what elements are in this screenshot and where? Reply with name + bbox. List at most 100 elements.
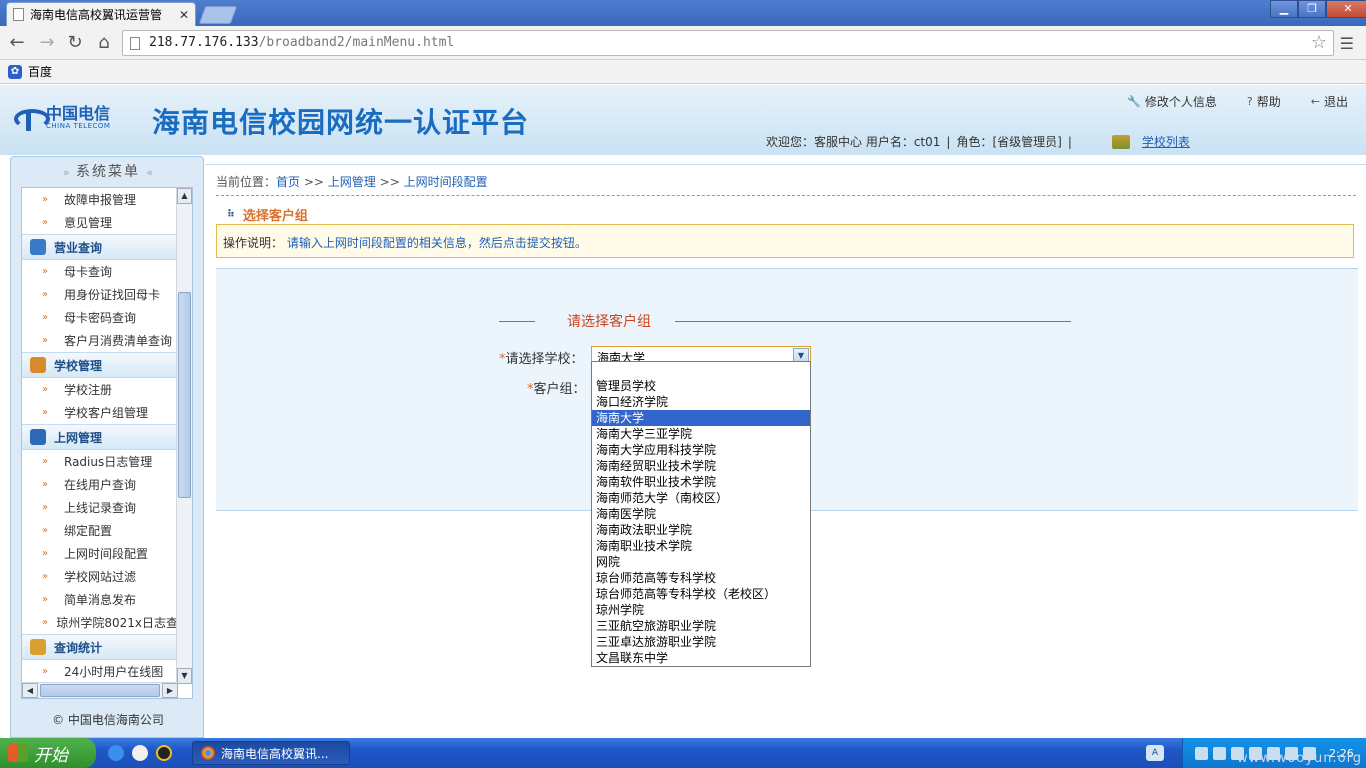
sidebar-item-label: 客户月消费清单查询 — [64, 334, 173, 348]
school-option[interactable]: 琼台师范高等专科学校 — [592, 570, 810, 586]
scroll-right-icon[interactable]: ▶ — [162, 683, 178, 698]
breadcrumb: 当前位置：首页 >> 上网管理 >> 上网时间段配置 — [216, 173, 488, 190]
school-option[interactable] — [592, 362, 810, 378]
school-option[interactable]: 三亚航空旅游职业学院 — [592, 618, 810, 634]
school-option[interactable]: 海南大学 — [592, 410, 810, 426]
sidebar-item-label: 母卡查询 — [64, 265, 113, 279]
bookmark-baidu[interactable]: ✿ 百度 — [8, 63, 52, 80]
school-list-link[interactable]: 学校列表 — [1142, 133, 1190, 150]
scroll-up-icon[interactable]: ▲ — [177, 188, 192, 204]
school-option[interactable]: 琼州学院 — [592, 602, 810, 618]
sidebar-item[interactable]: » 意见管理 — [22, 211, 178, 234]
home-icon[interactable]: ⌂ — [93, 32, 115, 54]
breadcrumb-section[interactable]: 上网管理 — [328, 175, 376, 189]
sidebar-horizontal-scrollbar[interactable]: ◀ ▶ — [22, 682, 178, 698]
school-option[interactable]: 三亚卓达旅游职业学院 — [592, 634, 810, 650]
sidebar-group[interactable]: 学校管理 — [22, 352, 178, 378]
scroll-thumb-horizontal[interactable] — [40, 684, 160, 697]
sidebar-item[interactable]: » 上线记录查询 — [22, 496, 178, 519]
sidebar-item[interactable]: » 24小时用户在线图 — [22, 660, 178, 683]
school-option[interactable]: 文昌联东中学 — [592, 650, 810, 666]
sidebar-item[interactable]: » 母卡密码查询 — [22, 306, 178, 329]
school-option[interactable]: 海南软件职业技术学院 — [592, 474, 810, 490]
sidebar: » 系统菜单 « » 故障申报管理» 意见管理 营业查询» 母卡查询» 用身份证找回母卡»… — [10, 156, 204, 738]
scroll-thumb[interactable] — [178, 292, 191, 498]
bullet-arrow-icon: » — [42, 548, 49, 559]
section-title: ⠷ 选择客户组 — [227, 205, 308, 224]
instruction-label: 操作说明： — [223, 236, 284, 250]
sidebar-group[interactable]: 上网管理 — [22, 424, 178, 450]
sidebar-item-label: 意见管理 — [64, 216, 113, 230]
sidebar-vertical-scrollbar[interactable]: ▲ ▼ — [176, 188, 192, 684]
school-option[interactable]: 琼台师范高等专科学校（老校区） — [592, 586, 810, 602]
sidebar-item[interactable]: » 琼州学院8021x日志查 — [22, 611, 178, 634]
school-option[interactable]: 海南政法职业学院 — [592, 522, 810, 538]
sidebar-group[interactable]: 查询统计 — [22, 634, 178, 660]
scroll-left-icon[interactable]: ◀ — [22, 683, 38, 698]
restore-button[interactable]: ❐ — [1298, 0, 1326, 18]
school-option[interactable]: 海南师范大学（南校区） — [592, 490, 810, 506]
menu-icon[interactable]: ☰ — [1340, 34, 1354, 53]
school-dropdown-list[interactable]: 管理员学校 海口经济学院 海南大学 海南大学三亚学院 海南大学应用科技学院 海南经贸职业技… — [591, 361, 811, 667]
start-label: 开始 — [34, 745, 68, 766]
sidebar-group[interactable]: 营业查询 — [22, 234, 178, 260]
scroll-down-icon[interactable]: ▼ — [177, 668, 192, 684]
school-option[interactable]: 海南职业技术学院 — [592, 538, 810, 554]
sidebar-item[interactable]: » 客户月消费清单查询 — [22, 329, 178, 352]
reload-icon[interactable]: ↻ — [64, 32, 86, 54]
tab-title: 海南电信高校翼讯运营管 — [30, 8, 163, 22]
media-icon[interactable] — [132, 745, 148, 761]
sidebar-item[interactable]: » Radius日志管理 — [22, 450, 178, 473]
bullet-arrow-icon: » — [42, 217, 49, 228]
sidebar-item[interactable]: » 学校客户组管理 — [22, 401, 178, 424]
back-icon[interactable]: ← — [6, 32, 28, 54]
legend-line — [675, 321, 1071, 322]
page-icon — [130, 37, 140, 50]
sidebar-item-label: 上线记录查询 — [64, 501, 137, 515]
edit-profile-link[interactable]: 🔧 修改个人信息 — [1127, 93, 1217, 110]
address-bar[interactable]: 218.77.176.133/broadband2/mainMenu.html … — [122, 30, 1334, 56]
school-option[interactable]: 管理员学校 — [592, 378, 810, 394]
school-option[interactable]: 海南大学应用科技学院 — [592, 442, 810, 458]
form-legend: 请选择客户组 — [499, 311, 1071, 331]
sidebar-item-label: 在线用户查询 — [64, 478, 137, 492]
tray-icon[interactable] — [1213, 746, 1226, 760]
close-window-button[interactable]: ✕ — [1326, 0, 1366, 18]
sidebar-item[interactable]: » 在线用户查询 — [22, 473, 178, 496]
tray-icon[interactable] — [1195, 746, 1208, 760]
sidebar-item[interactable]: » 绑定配置 — [22, 519, 178, 542]
school-option[interactable]: 海口经济学院 — [592, 394, 810, 410]
qq-icon[interactable] — [156, 745, 172, 761]
breadcrumb-home[interactable]: 首页 — [276, 175, 300, 189]
sidebar-item[interactable]: » 学校注册 — [22, 378, 178, 401]
sidebar-item[interactable]: » 上网时间段配置 — [22, 542, 178, 565]
house-icon — [30, 357, 46, 373]
school-option[interactable]: 网院 — [592, 554, 810, 570]
language-icon[interactable]: A — [1146, 745, 1164, 761]
sidebar-title-text: 系统菜单 — [76, 164, 140, 180]
school-option[interactable]: 海南大学三亚学院 — [592, 426, 810, 442]
bookmark-star-icon[interactable]: ☆ — [1311, 32, 1327, 53]
sidebar-item[interactable]: » 故障申报管理 — [22, 188, 178, 211]
browser-tab[interactable]: 海南电信高校翼讯运营管 ✕ — [6, 2, 196, 26]
taskbar-chrome-window[interactable]: 海南电信高校翼讯... — [192, 741, 350, 765]
school-option[interactable]: 海南经贸职业技术学院 — [592, 458, 810, 474]
logo-cn-text: 中国电信 — [46, 104, 111, 123]
bullet-arrow-icon: » — [42, 335, 49, 346]
tab-close-icon[interactable]: ✕ — [179, 8, 189, 22]
ie-icon[interactable] — [108, 745, 124, 761]
instruction-text: 请输入上网时间段配置的相关信息，然后点击提交按钮。 — [286, 236, 587, 250]
start-button[interactable]: 开始 — [0, 738, 96, 768]
minimize-button[interactable]: ▁ — [1270, 0, 1298, 18]
school-label-text: 请选择学校： — [505, 352, 584, 367]
logout-link[interactable]: ← 退出 — [1311, 93, 1348, 110]
sidebar-item[interactable]: » 简单消息发布 — [22, 588, 178, 611]
school-option[interactable]: 海南医学院 — [592, 506, 810, 522]
sidebar-item[interactable]: » 母卡查询 — [22, 260, 178, 283]
sidebar-item[interactable]: » 用身份证找回母卡 — [22, 283, 178, 306]
bullet-arrow-icon: » — [42, 479, 49, 490]
help-link[interactable]: ? 帮助 — [1247, 93, 1281, 110]
sidebar-item[interactable]: » 学校网站过滤 — [22, 565, 178, 588]
new-tab-button[interactable] — [198, 6, 238, 24]
forward-icon[interactable]: → — [36, 32, 58, 54]
